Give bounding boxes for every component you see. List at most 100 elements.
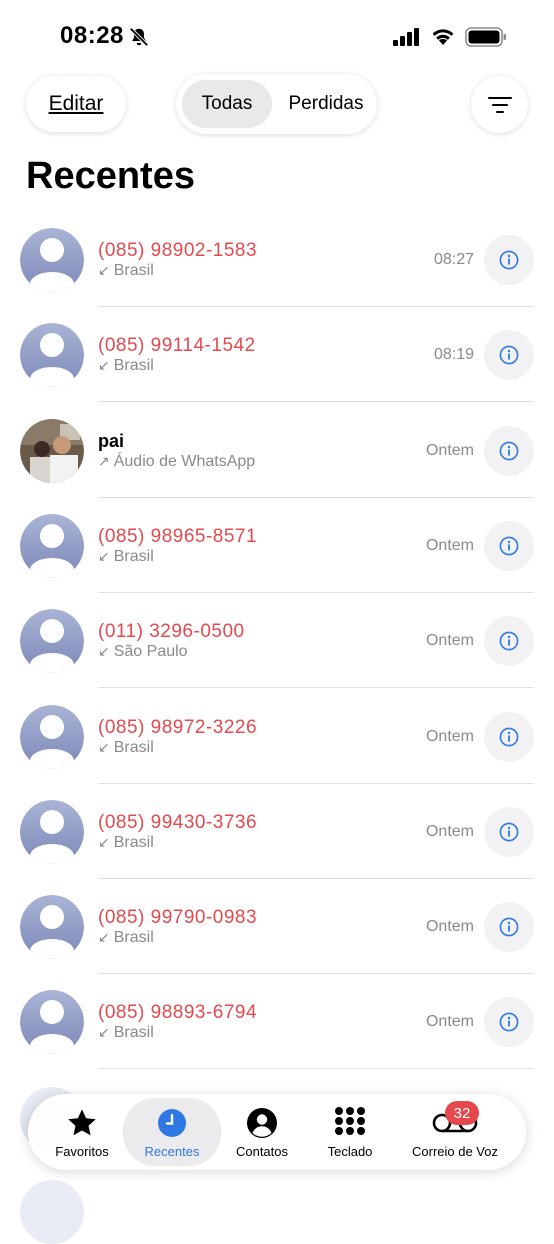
tab-favorites[interactable]: Favoritos <box>36 1094 128 1170</box>
info-button[interactable] <box>484 330 534 381</box>
incoming-arrow-icon: ↙ <box>98 833 110 850</box>
call-detail-label: Brasil <box>113 547 154 565</box>
call-time: Ontem <box>425 918 474 936</box>
info-icon <box>499 536 519 556</box>
clock-icon <box>158 1109 186 1137</box>
tab-label: Recentes <box>144 1144 200 1159</box>
call-time: Ontem <box>425 441 474 459</box>
call-detail-label: Brasil <box>113 738 154 756</box>
call-detail-label: Brasil <box>113 833 154 851</box>
call-detail-label: Áudio de WhatsApp <box>113 452 256 470</box>
call-detail: ↗ Áudio de WhatsApp <box>98 453 255 471</box>
caller-name: (011) 3296-0500 <box>98 621 245 643</box>
outgoing-arrow-icon: ↗ <box>98 452 110 469</box>
call-detail: ↙ Brasil <box>98 548 154 566</box>
info-icon <box>499 822 519 842</box>
call-detail-label: Brasil <box>113 1024 154 1042</box>
info-icon <box>499 631 519 651</box>
tab-contacts[interactable]: Contatos <box>220 1094 304 1170</box>
filter-lines-icon <box>487 96 512 113</box>
page-title: Recentes <box>26 155 195 197</box>
info-button[interactable] <box>484 235 534 285</box>
call-time: Ontem <box>425 822 474 840</box>
info-icon <box>499 727 519 746</box>
call-detail: ↙ Brasil <box>98 929 154 947</box>
tab-label: Correio de Voz <box>412 1144 498 1159</box>
caller-name: (085) 99114-1542 <box>98 335 256 357</box>
tab-label: Favoritos <box>55 1144 109 1159</box>
info-button[interactable] <box>484 616 534 667</box>
call-row[interactable]: (085) 99430-3736 ↙ Brasil Ontem <box>0 784 554 879</box>
filter-button[interactable] <box>471 76 528 133</box>
voicemail-badge: 32 <box>445 1101 479 1125</box>
contact-photo <box>20 418 84 483</box>
incoming-arrow-icon: ↙ <box>98 547 110 564</box>
star-icon <box>68 1109 96 1136</box>
avatar-placeholder-icon <box>20 799 84 864</box>
incoming-arrow-icon: ↙ <box>98 1024 110 1041</box>
caller-name: (085) 99790-0983 <box>98 907 258 929</box>
call-row[interactable]: (085) 98965-8571 ↙ Brasil Ontem <box>0 498 554 593</box>
caller-name: (085) 98965-8571 <box>98 525 258 547</box>
call-row[interactable]: (085) 98893-6794 ↙ Brasil Ontem <box>0 974 554 1070</box>
avatar-placeholder-icon <box>20 323 84 388</box>
call-row[interactable]: (085) 98902-1583 ↙ Brasil 08:27 <box>0 212 554 307</box>
call-row[interactable]: pai ↗ Áudio de WhatsApp Ontem <box>0 403 554 498</box>
avatar-placeholder-icon <box>20 513 84 578</box>
caller-name: (085) 98893-6794 <box>98 1002 258 1024</box>
call-time: Ontem <box>425 727 474 745</box>
call-detail: ↙ Brasil <box>98 834 154 852</box>
info-button[interactable] <box>484 806 534 857</box>
info-button[interactable] <box>484 902 534 953</box>
info-icon <box>499 1012 519 1032</box>
call-detail-label: Brasil <box>113 929 154 947</box>
call-detail-label: São Paulo <box>113 643 188 661</box>
incoming-arrow-icon: ↙ <box>98 262 110 278</box>
tab-label: Contatos <box>235 1144 289 1159</box>
keypad-icon <box>335 1107 365 1135</box>
incoming-arrow-icon: ↙ <box>98 738 110 755</box>
calls-filter-segmented-control: Todas Perdidas <box>176 74 377 134</box>
call-detail-label: Brasil <box>113 357 154 375</box>
info-button[interactable] <box>484 520 534 571</box>
incoming-arrow-icon: ↙ <box>98 929 110 946</box>
info-icon <box>499 250 519 270</box>
call-time: 08:27 <box>433 251 474 268</box>
avatar-placeholder-icon <box>20 228 84 292</box>
filter-missed-tab[interactable]: Perdidas <box>280 80 372 128</box>
caller-name: (085) 98902-1583 <box>98 240 258 261</box>
tab-label: Teclado <box>327 1144 373 1159</box>
status-time: 08:28 <box>60 22 124 49</box>
call-row[interactable]: (085) 99790-0983 ↙ Brasil Ontem <box>0 879 554 975</box>
caller-name: (085) 98972-3226 <box>98 716 258 738</box>
tab-keypad[interactable]: Teclado <box>308 1094 392 1170</box>
call-time: 08:19 <box>433 346 474 364</box>
call-row[interactable]: (011) 3296-0500 ↙ São Paulo Ontem <box>0 593 554 689</box>
info-button[interactable] <box>484 997 534 1048</box>
call-detail: ↙ Brasil <box>98 739 154 757</box>
call-time: Ontem <box>425 536 474 554</box>
divider <box>98 1068 534 1070</box>
call-time: Ontem <box>425 632 474 650</box>
tab-recents[interactable]: Recentes <box>123 1098 221 1166</box>
avatar-placeholder-icon <box>20 609 84 674</box>
info-button[interactable] <box>484 711 534 762</box>
edit-button[interactable]: Editar <box>26 76 126 132</box>
caller-name: pai <box>98 430 125 451</box>
avatar-placeholder-icon <box>20 1180 84 1244</box>
call-detail: ↙ Brasil <box>98 262 154 280</box>
signal-icon <box>393 28 419 46</box>
info-icon <box>499 917 519 937</box>
caller-name: (085) 99430-3736 <box>98 811 258 833</box>
filter-all-tab[interactable]: Todas <box>182 80 272 128</box>
call-row[interactable]: (085) 99114-1542 ↙ Brasil 08:19 <box>0 307 554 403</box>
bell-slash-icon <box>129 27 149 47</box>
info-button[interactable] <box>484 425 534 476</box>
call-time: Ontem <box>425 1013 474 1031</box>
call-detail: ↙ São Paulo <box>98 643 188 661</box>
info-icon <box>499 345 519 365</box>
incoming-arrow-icon: ↙ <box>98 357 110 374</box>
call-row[interactable]: (085) 98972-3226 ↙ Brasil Ontem <box>0 689 554 784</box>
call-detail-label: Brasil <box>113 262 154 279</box>
status-bar: 08:28 <box>0 0 554 76</box>
